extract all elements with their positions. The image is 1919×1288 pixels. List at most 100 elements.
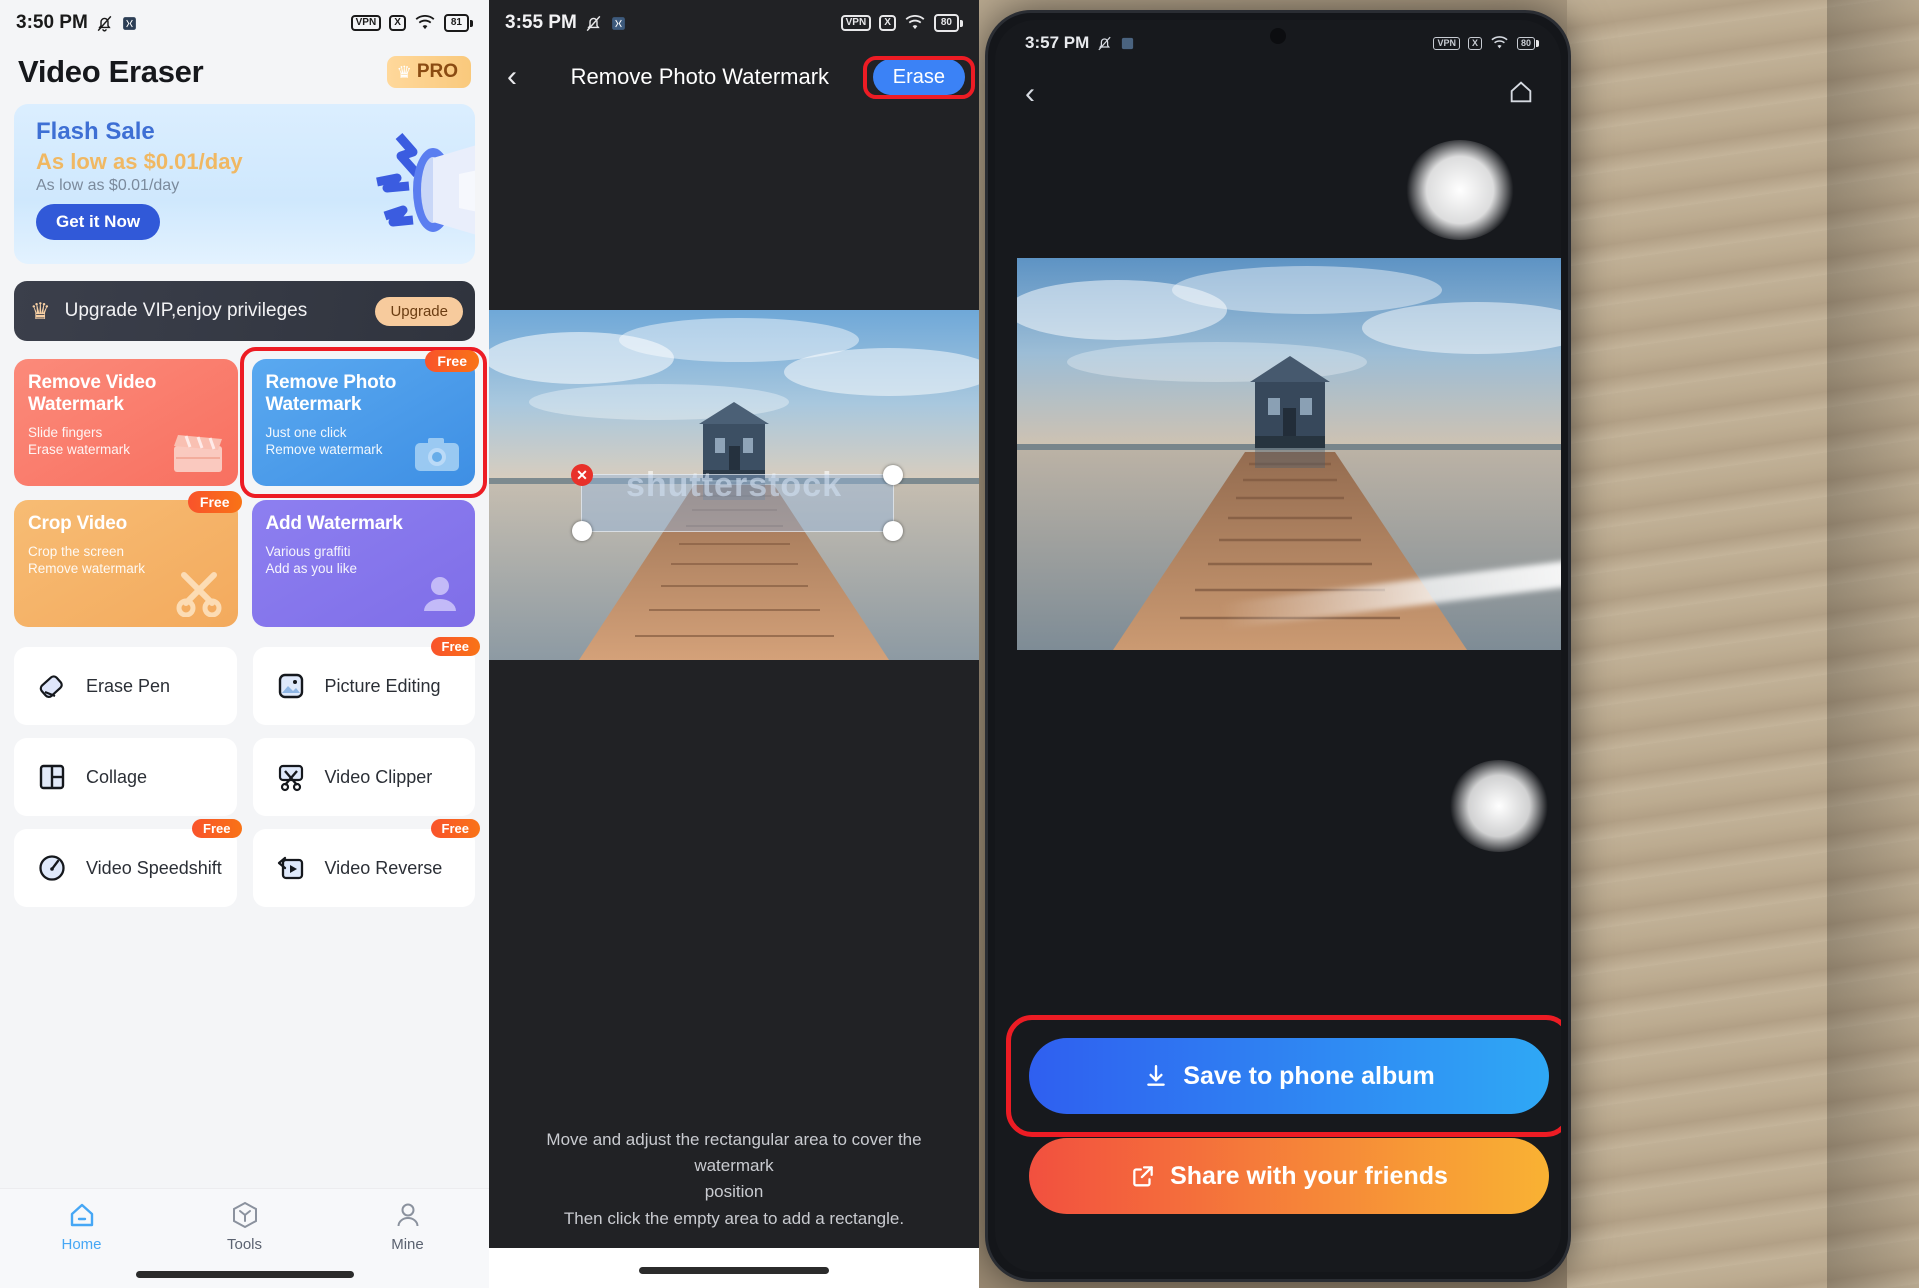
nav-item-tools[interactable]: Tools: [163, 1199, 326, 1253]
card-remove-photo-watermark[interactable]: Remove Photo Watermark Just one click Re…: [251, 359, 475, 486]
battery-tip: [960, 19, 963, 27]
battery-tip: [1536, 39, 1539, 47]
stamp-icon: [424, 577, 456, 611]
screen-glare-top: [1405, 140, 1515, 240]
card-title: Remove Video Watermark: [28, 372, 157, 415]
card-wrap-remove-video-watermark: Remove Video Watermark Slide fingers Era…: [14, 359, 238, 486]
picture-icon: [278, 673, 303, 699]
hint-line-2: position: [704, 1182, 764, 1202]
list-item-video-clipper[interactable]: Video Clipper: [252, 738, 475, 816]
battery-tip: [470, 19, 473, 27]
megaphone-icon: [376, 133, 475, 235]
pro-badge-button[interactable]: ♛ PRO: [386, 56, 471, 88]
save-to-phone-album-button[interactable]: Save to phone album: [1029, 1038, 1549, 1114]
card-crop-video[interactable]: Crop Video Crop the screen Remove waterm…: [14, 500, 238, 627]
status-bar: 3:55 PM VPN X 80: [489, 0, 979, 46]
battery-indicator: 80: [1516, 36, 1539, 50]
vpn-indicator: VPN: [840, 15, 872, 31]
selection-rectangle[interactable]: ✕: [571, 464, 903, 541]
home-icon[interactable]: [1507, 78, 1535, 111]
mute-bell-icon: [586, 15, 601, 31]
system-home-indicator: [639, 1267, 829, 1274]
action-buttons: Save to phone album Share with your frie…: [1006, 1015, 1561, 1214]
free-tag: Free: [425, 350, 479, 372]
editor-hint-text: Move and adjust the rectangular area to …: [489, 1127, 979, 1232]
list-item-video-reverse[interactable]: Free Video Reverse: [252, 819, 480, 907]
save-button-label: Save to phone album: [1183, 1061, 1435, 1090]
app-bar: ‹: [995, 66, 1561, 122]
card-title: Crop Video: [28, 513, 127, 534]
reverse-icon: [277, 856, 303, 880]
panel-phone-photo: 3:57 PM VPN X 80 ‹ Save to phone album S…: [979, 0, 1919, 1288]
page-title: Video Eraser: [18, 54, 204, 89]
close-icon[interactable]: ✕: [571, 464, 593, 486]
list-item-label: Collage: [86, 766, 148, 787]
card-remove-video-watermark[interactable]: Remove Video Watermark Slide fingers Era…: [14, 359, 238, 486]
crown-icon: ♛: [396, 62, 412, 82]
share-button-label: Share with your friends: [1170, 1161, 1448, 1190]
get-it-now-button[interactable]: Get it Now: [36, 204, 161, 240]
battery-level: 80: [933, 14, 959, 32]
back-chevron-icon[interactable]: ‹: [1025, 79, 1035, 109]
phone-screen: 3:57 PM VPN X 80 ‹ Save to phone album S…: [995, 20, 1561, 1272]
vpn-indicator: VPN: [1433, 36, 1460, 50]
system-home-indicator: [135, 1271, 354, 1278]
desk-shadow: [1827, 0, 1919, 1288]
list-item-label: Picture Editing: [324, 675, 441, 696]
list-item-label: Video Clipper: [324, 766, 433, 787]
panel-photo-editor: 3:55 PM VPN X 80 ‹ Remove Photo Watermar…: [489, 0, 979, 1288]
x-indicator: X: [1467, 36, 1482, 50]
front-camera-icon: [1270, 28, 1286, 44]
status-time: 3:55 PM: [505, 12, 577, 33]
erase-button[interactable]: Erase: [872, 58, 965, 95]
free-tag: Free: [430, 637, 480, 656]
erase-button-highlight: Erase: [862, 55, 976, 99]
list-item-label: Video Speedshift: [86, 857, 222, 878]
app-notification-icon: [122, 16, 136, 30]
mute-bell-icon: [97, 15, 112, 31]
speed-icon: [39, 855, 65, 881]
feature-card-grid: Remove Video Watermark Slide fingers Era…: [14, 347, 487, 627]
list-item-video-speedshift[interactable]: Free Video Speedshift: [14, 819, 242, 907]
card-add-watermark[interactable]: Add Watermark Various graffiti Add as yo…: [251, 500, 475, 627]
vip-upgrade-bar[interactable]: ♛ Upgrade VIP,enjoy privileges Upgrade: [14, 281, 475, 341]
list-item-erase-pen[interactable]: Erase Pen: [14, 647, 237, 725]
resize-handle-top-right[interactable]: [883, 465, 903, 485]
battery-level: 80: [1516, 36, 1535, 50]
list-item-label: Video Reverse: [324, 857, 443, 878]
card-wrap-remove-photo-watermark: Free Remove Photo Watermark Just one cli…: [239, 347, 487, 498]
status-bar: 3:50 PM VPN X 81: [0, 0, 489, 46]
hint-line-1: Move and adjust the rectangular area to …: [546, 1129, 922, 1175]
x-indicator: X: [879, 15, 896, 31]
flash-sale-banner[interactable]: Flash Sale As low as $0.01/day As low as…: [14, 104, 475, 264]
back-chevron-icon[interactable]: ‹: [507, 62, 517, 92]
vip-label: Upgrade VIP,enjoy privileges: [64, 300, 308, 321]
resize-handle-bottom-left[interactable]: [572, 521, 592, 541]
list-item-picture-editing[interactable]: Free Picture Editing: [252, 637, 480, 725]
eraser-icon: [39, 675, 63, 699]
nav-item-label: Tools: [226, 1236, 263, 1253]
card-line1: Various graffiti: [265, 543, 351, 559]
battery-indicator: 80: [933, 14, 963, 32]
nav-item-label: Home: [61, 1236, 102, 1253]
page-title: Remove Photo Watermark: [570, 64, 830, 89]
nav-item-label: Mine: [391, 1236, 424, 1253]
card-line1: Crop the screen: [28, 543, 125, 559]
share-icon: [1133, 1166, 1153, 1187]
upgrade-button[interactable]: Upgrade: [375, 296, 463, 326]
photo-canvas[interactable]: shutterstock ✕: [489, 310, 979, 660]
share-with-friends-button[interactable]: Share with your friends: [1029, 1138, 1549, 1214]
physical-phone: 3:57 PM VPN X 80 ‹ Save to phone album S…: [985, 10, 1571, 1282]
camera-icon: [415, 438, 459, 471]
free-tag: Free: [430, 819, 480, 838]
mute-bell-icon: [1098, 36, 1111, 50]
nav-item-home[interactable]: Home: [0, 1199, 163, 1253]
nav-item-mine[interactable]: Mine: [326, 1199, 489, 1253]
screen-glare-bottom: [1449, 760, 1549, 852]
clapperboard-icon: [173, 435, 222, 472]
download-icon: [1147, 1065, 1166, 1086]
resize-handle-bottom-right[interactable]: [883, 521, 903, 541]
free-tag: Free: [192, 819, 242, 838]
person-icon: [326, 1199, 489, 1231]
list-item-collage[interactable]: Collage: [14, 738, 237, 816]
